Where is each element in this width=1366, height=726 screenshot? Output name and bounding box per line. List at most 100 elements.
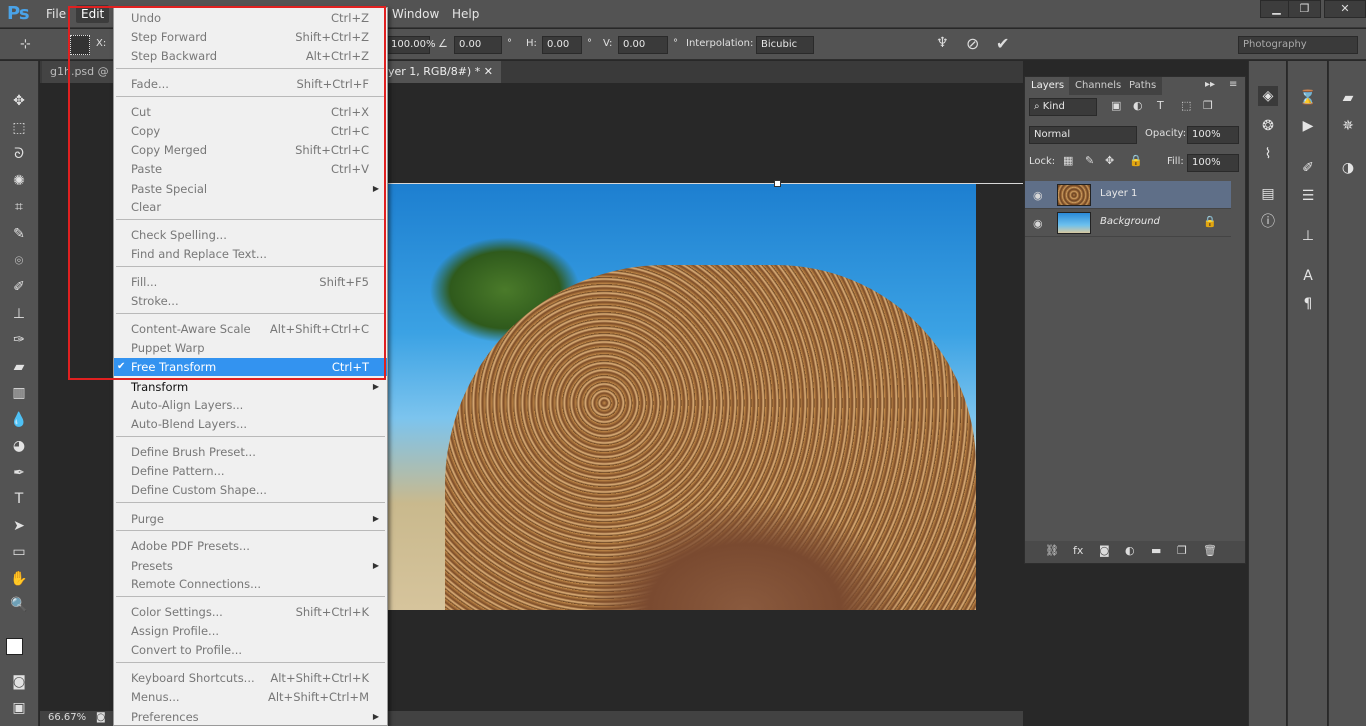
gradient-tool-icon[interactable]: ▥ (9, 383, 29, 403)
restore-icon[interactable]: ❐ (1288, 0, 1321, 18)
zoom-level[interactable]: 66.67% (48, 712, 86, 723)
paragraph-dock-icon[interactable]: ¶ (1298, 294, 1318, 314)
angle-field[interactable]: 0.00 (454, 36, 502, 54)
character-dock-icon[interactable]: A (1298, 266, 1318, 286)
eyedropper-tool-icon[interactable]: ✎ (9, 224, 29, 244)
actions-dock-icon[interactable]: ▶ (1298, 116, 1318, 136)
marquee-tool-icon[interactable]: ⬚ (9, 118, 29, 138)
link-layers-icon[interactable]: ⛓ (1045, 544, 1059, 557)
v-skew-field[interactable]: 0.00 (618, 36, 668, 54)
warp-mode-icon[interactable]: ♆ (936, 35, 949, 51)
brush-tool-icon[interactable]: ✐ (9, 277, 29, 297)
info-dock-icon[interactable]: ⓘ (1258, 212, 1278, 232)
hand-tool-icon[interactable]: ✋ (9, 569, 29, 589)
filter-adjustment-icon[interactable]: ◐ (1133, 99, 1143, 112)
fill-label: Fill: (1167, 156, 1184, 167)
move-tool-options-icon[interactable]: ⊹ (20, 37, 31, 52)
layer-name: Layer 1 (1100, 188, 1138, 199)
layer-row-layer-1[interactable]: ◉ Layer 1 (1025, 181, 1231, 209)
filter-kind-select[interactable]: ⌕ Kind (1029, 98, 1097, 116)
cancel-transform-icon[interactable]: ⊘ (966, 34, 979, 53)
layer-row-background[interactable]: ◉ Background 🔒 (1025, 209, 1231, 237)
type-tool-icon[interactable]: T (9, 489, 29, 509)
visibility-eye-icon[interactable]: ◉ (1033, 217, 1043, 230)
eraser-tool-icon[interactable]: ▰ (9, 357, 29, 377)
menu-item-remote-connections: Remote Connections... (131, 577, 262, 591)
menu-item-purge: Purge ▶ (131, 512, 379, 526)
move-tool-icon[interactable]: ✥ (9, 91, 29, 111)
foreground-color-swatch[interactable] (6, 638, 23, 655)
healing-brush-tool-icon[interactable]: ⌾ (9, 251, 29, 271)
panel-menu-icon[interactable]: ≡ (1229, 79, 1237, 90)
properties-dock-icon[interactable]: ▤ (1258, 184, 1278, 204)
lock-transparent-icon[interactable]: ▦ (1063, 154, 1073, 167)
clone-stamp-tool-icon[interactable]: ⊥ (9, 304, 29, 324)
channels-dock-icon[interactable]: ❂ (1258, 116, 1278, 136)
history-dock-icon[interactable]: ⌛ (1298, 88, 1318, 108)
opacity-label: Opacity: (1145, 128, 1187, 139)
status-info-icon[interactable]: ◙ (96, 712, 106, 723)
tab-channels[interactable]: Channels (1069, 77, 1128, 95)
lock-position-icon[interactable]: ✥ (1105, 154, 1114, 167)
visibility-eye-icon[interactable]: ◉ (1033, 189, 1043, 202)
commit-transform-icon[interactable]: ✔ (996, 34, 1009, 53)
opacity-field[interactable]: 100% (1187, 126, 1239, 144)
menu-item-presets: Presets ▶ (131, 559, 379, 573)
menu-separator (116, 596, 385, 597)
menu-item-keyboard-shortcuts: Keyboard Shortcuts... Alt+Shift+Ctrl+K (131, 671, 369, 685)
transform-handle[interactable] (774, 180, 781, 187)
magic-wand-tool-icon[interactable]: ✺ (9, 171, 29, 191)
history-brush-tool-icon[interactable]: ✑ (9, 330, 29, 350)
document-tab-active[interactable]: yer 1, RGB/8#) * ✕ (380, 61, 501, 83)
filter-shape-icon[interactable]: ⬚ (1181, 99, 1191, 112)
tab-layers[interactable]: Layers (1025, 77, 1071, 95)
rectangle-tool-icon[interactable]: ▭ (9, 542, 29, 562)
menu-item-transform[interactable]: Transform ▶ (114, 378, 387, 396)
paths-dock-icon[interactable]: ⌇ (1258, 144, 1278, 164)
panel-collapse-icon[interactable]: ▸▸ (1205, 79, 1215, 90)
lock-all-icon[interactable]: 🔒 (1129, 154, 1143, 167)
submenu-arrow-icon: ▶ (372, 382, 379, 391)
filter-pixel-icon[interactable]: ▣ (1111, 99, 1121, 112)
new-group-icon[interactable]: ▬ (1151, 544, 1161, 557)
screen-mode-icon[interactable]: ▣ (9, 698, 29, 718)
tab-paths[interactable]: Paths (1123, 77, 1163, 95)
navigator-wheel-icon[interactable]: ✵ (1338, 116, 1358, 136)
adjustment-layer-icon[interactable]: ◐ (1125, 544, 1135, 557)
navigator-dock-icon[interactable]: ▰ (1338, 88, 1358, 108)
lock-pixels-icon[interactable]: ✎ (1085, 154, 1094, 167)
fill-field[interactable]: 100% (1187, 154, 1239, 172)
delete-layer-icon[interactable]: 🗑 (1203, 544, 1217, 557)
path-selection-tool-icon[interactable]: ➤ (9, 516, 29, 536)
blend-mode-select[interactable]: Normal (1029, 126, 1137, 144)
brush-presets-dock-icon[interactable]: ☰ (1298, 186, 1318, 206)
pen-tool-icon[interactable]: ✒ (9, 463, 29, 483)
close-tab-icon[interactable]: ✕ (484, 65, 493, 78)
new-layer-icon[interactable]: ❐ (1177, 544, 1187, 557)
filter-smart-object-icon[interactable]: ❒ (1203, 99, 1213, 112)
width-percent-field[interactable]: 100.00% (386, 36, 436, 54)
blur-tool-icon[interactable]: 💧 (9, 410, 29, 430)
layer-name: Background (1100, 216, 1160, 227)
dodge-tool-icon[interactable]: ◕ (9, 436, 29, 456)
filter-type-icon[interactable]: T (1157, 99, 1164, 112)
interpolation-select[interactable]: Bicubic (756, 36, 814, 54)
curly-hair-layer-image[interactable] (445, 265, 976, 610)
layers-dock-icon[interactable]: ◈ (1258, 86, 1278, 106)
clone-source-dock-icon[interactable]: ⊥ (1298, 226, 1318, 246)
add-mask-icon[interactable]: ◙ (1099, 544, 1110, 557)
lasso-tool-icon[interactable]: ᘐ (9, 144, 29, 164)
crop-tool-icon[interactable]: ⌗ (9, 197, 29, 217)
close-icon[interactable]: ✕ (1324, 0, 1366, 18)
menu-file[interactable]: File (41, 5, 71, 23)
quick-mask-icon[interactable]: ◙ (9, 672, 29, 692)
adjustments-dock-icon[interactable]: ◑ (1338, 158, 1358, 178)
menu-help[interactable]: Help (447, 5, 484, 23)
menu-window[interactable]: Window (387, 5, 444, 23)
h-skew-field[interactable]: 0.00 (542, 36, 582, 54)
document-tab-active-label: yer 1, RGB/8#) * (388, 65, 481, 78)
zoom-tool-icon[interactable]: 🔍 (9, 595, 29, 615)
brush-dock-icon[interactable]: ✐ (1298, 158, 1318, 178)
layer-style-fx-icon[interactable]: fx (1073, 544, 1083, 557)
workspace-select[interactable]: Photography (1238, 36, 1358, 54)
